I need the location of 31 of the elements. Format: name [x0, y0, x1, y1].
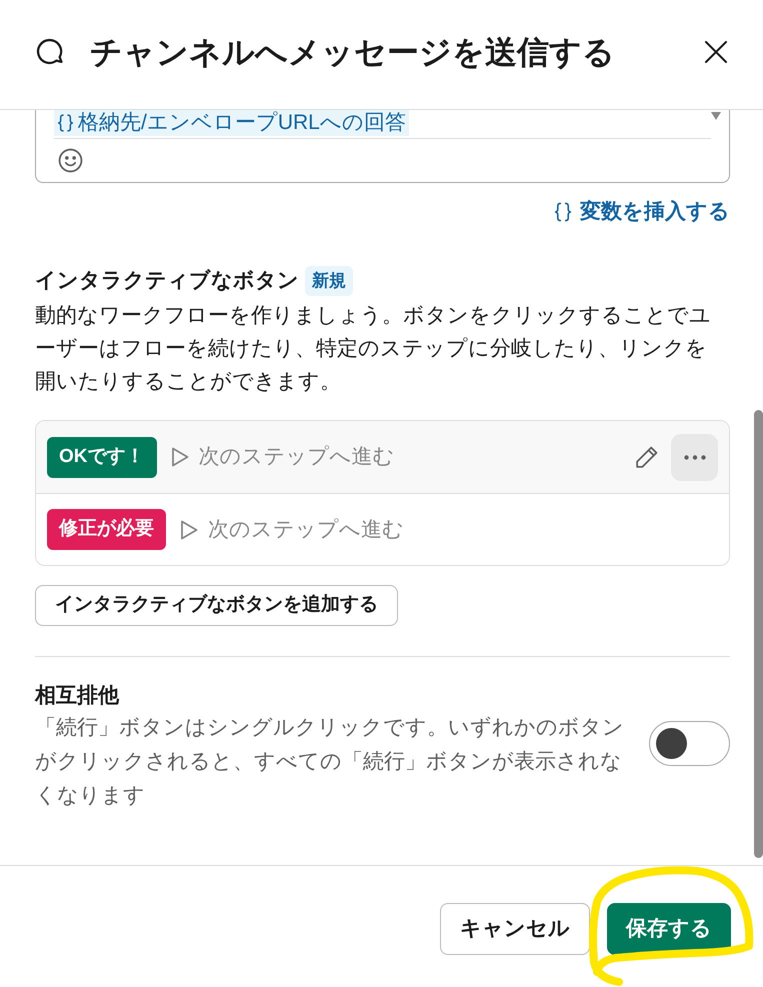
- play-icon: [170, 447, 188, 467]
- speech-bubble-icon: [36, 38, 63, 65]
- save-button[interactable]: 保存する: [607, 903, 731, 955]
- braces-icon: [57, 113, 74, 133]
- play-icon: [180, 520, 198, 540]
- section-description: 動的なワークフローを作りましょう。ボタンをクリックすることでユーザーはフローを続けたり、特定のステップに分岐したり、リンクを開いたりすることができます。: [35, 303, 712, 395]
- response-button-preview[interactable]: OKです！: [47, 436, 156, 478]
- close-button[interactable]: [703, 38, 729, 64]
- scroll-arrow-icon[interactable]: [711, 112, 721, 120]
- next-step-label: 次のステップへ進む: [198, 444, 394, 470]
- insert-variable-link[interactable]: 変数を挿入する: [554, 199, 730, 225]
- close-icon: [705, 40, 727, 62]
- variable-token[interactable]: 格納先/エンベロープURLへの回答: [54, 110, 409, 136]
- emoji-icon[interactable]: [58, 148, 83, 173]
- section-title: 相互排他: [35, 683, 119, 709]
- button-list-row[interactable]: 修正が必要 次のステップへ進む: [36, 493, 729, 565]
- ellipsis-icon: [684, 454, 706, 460]
- button-list-row[interactable]: OKです！ 次のステップへ進む: [36, 421, 729, 493]
- scrollbar-thumb[interactable]: [754, 410, 763, 858]
- message-editor[interactable]: 格納先/エンベロープURLへの回答: [35, 110, 730, 183]
- pencil-icon[interactable]: [634, 444, 659, 470]
- section-title: インタラクティブなボタン: [35, 268, 299, 294]
- new-badge: 新規: [305, 266, 353, 296]
- cancel-button[interactable]: キャンセル: [440, 903, 590, 955]
- dialog-title: チャンネルへメッセージを送信する: [90, 32, 615, 72]
- toggle-switch[interactable]: [649, 721, 730, 766]
- add-interactive-button[interactable]: インタラクティブなボタンを追加する: [35, 585, 398, 626]
- next-step-label: 次のステップへ進む: [208, 516, 404, 542]
- response-button-preview[interactable]: 修正が必要: [47, 509, 166, 550]
- setting-description: 「続行」ボタンはシングルクリックです。いずれかのボタンがクリックされると、すべての「続行」ボタンが表示されなくなります: [35, 715, 625, 809]
- braces-icon: [554, 201, 572, 223]
